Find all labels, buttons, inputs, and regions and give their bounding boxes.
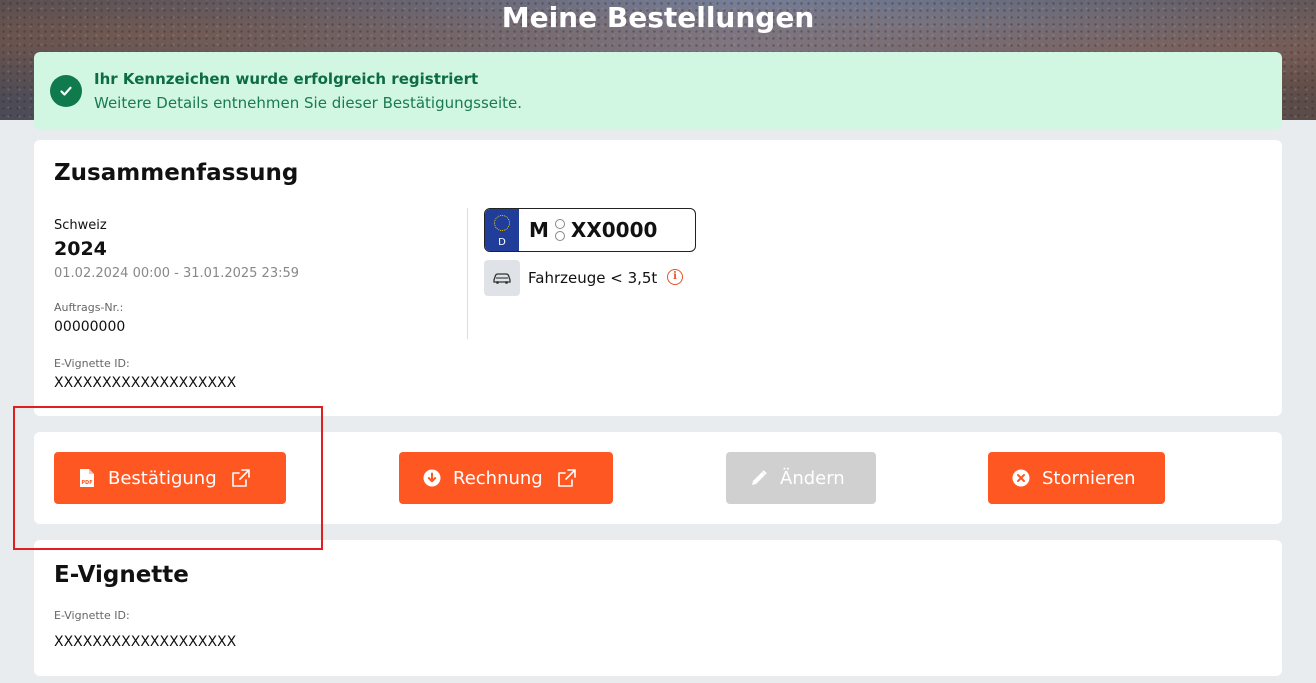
evignette-heading: E-Vignette [54,562,189,588]
cancel-button[interactable]: Stornieren [988,452,1165,504]
x-circle-icon [1012,469,1030,487]
check-circle-icon [50,75,82,107]
edit-button[interactable]: Ändern [726,452,876,504]
vignette-id-label: E-Vignette ID: [54,357,130,370]
info-icon[interactable]: i [667,269,683,285]
page-title: Meine Bestellungen [501,1,815,34]
plate-text: M XX0000 [529,218,657,242]
actions-card: PDF Bestätigung Rechnung Ändern Stornier… [34,432,1282,524]
evignette-card: E-Vignette E-Vignette ID: XXXXXXXXXXXXXX… [34,540,1282,676]
eu-stars-icon [494,215,510,231]
vehicle-category-label: Fahrzeuge < 3,5t [528,269,658,287]
cancel-label: Stornieren [1042,467,1136,489]
summary-card: Zusammenfassung Schweiz 2024 01.02.2024 … [34,140,1282,416]
external-link-icon [557,468,577,488]
evignette-id-label: E-Vignette ID: [54,609,130,622]
plate-prefix: M [529,218,549,242]
external-link-icon [231,468,251,488]
edit-label: Ändern [780,467,845,489]
license-plate: D M XX0000 [484,208,696,252]
success-alert: Ihr Kennzeichen wurde erfolgreich regist… [34,52,1282,130]
download-icon [423,469,441,487]
validity-period: 01.02.2024 00:00 - 31.01.2025 23:59 [54,266,300,281]
pdf-icon: PDF [78,468,96,488]
evignette-id-value: XXXXXXXXXXXXXXXXXXX [54,634,237,650]
plate-seals-icon [554,219,565,241]
invoice-label: Rechnung [453,467,543,489]
eu-plate-band: D [485,209,519,251]
country-label: Schweiz [54,218,107,233]
order-number-value: 00000000 [54,319,126,335]
alert-title: Ihr Kennzeichen wurde erfolgreich regist… [94,70,479,88]
svg-text:PDF: PDF [81,480,92,486]
vignette-year: 2024 [54,238,107,260]
summary-heading: Zusammenfassung [54,160,299,186]
plate-country-code: D [498,237,506,248]
invoice-button[interactable]: Rechnung [399,452,613,504]
summary-divider [467,208,468,339]
car-icon [484,260,520,296]
plate-number: XX0000 [570,218,658,242]
confirmation-label: Bestätigung [108,467,217,489]
alert-text: Weitere Details entnehmen Sie dieser Bes… [94,94,523,112]
vignette-id-value: XXXXXXXXXXXXXXXXXXX [54,375,237,391]
confirmation-button[interactable]: PDF Bestätigung [54,452,286,504]
pencil-icon [750,469,768,487]
order-number-label: Auftrags-Nr.: [54,301,124,314]
